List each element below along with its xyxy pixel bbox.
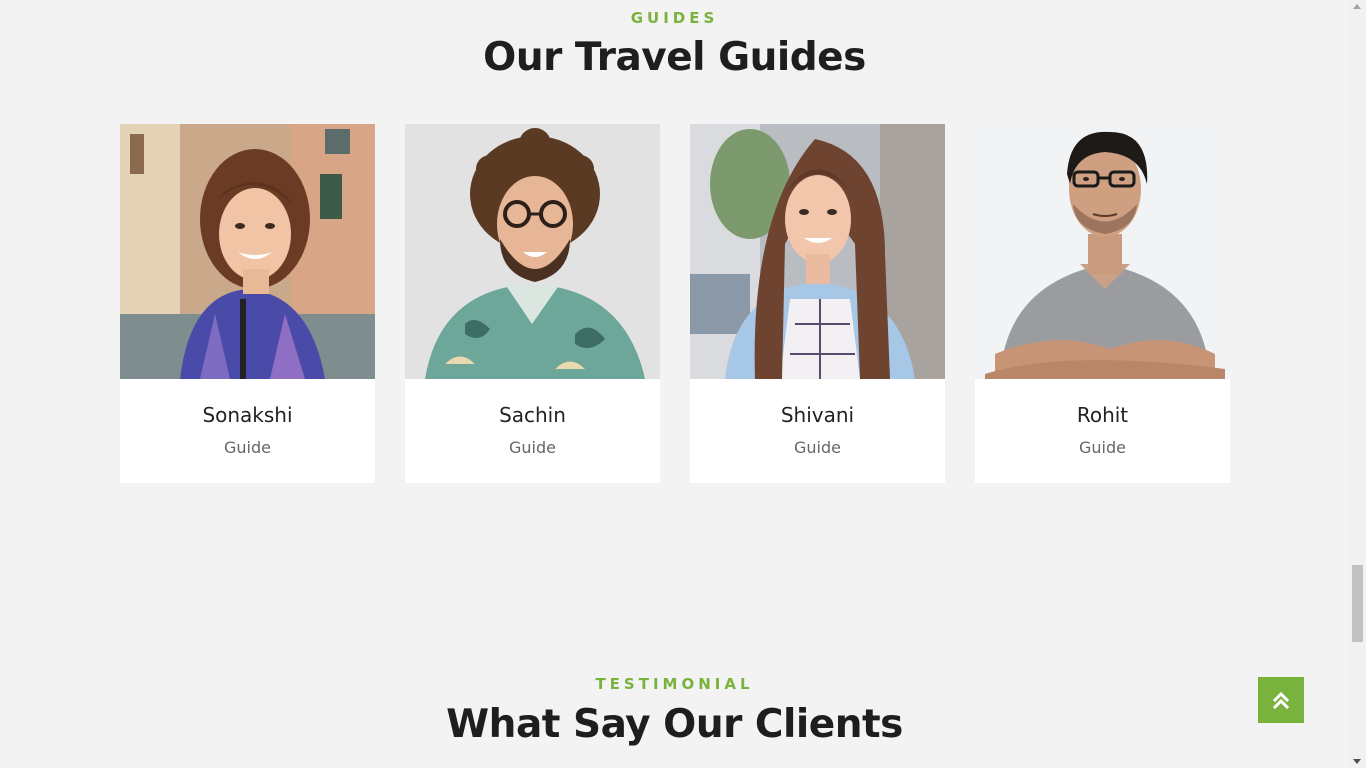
guide-role: Guide (794, 438, 841, 457)
guide-role: Guide (509, 438, 556, 457)
guide-card-sonakshi[interactable]: Sonakshi Guide (120, 124, 375, 483)
guide-photo-rohit (975, 124, 1230, 379)
guide-photo-shivani (690, 124, 945, 379)
guide-name: Shivani (780, 403, 855, 427)
guide-photo-sachin (405, 124, 660, 379)
guide-photo-sonakshi (120, 124, 375, 379)
back-to-top-button[interactable] (1258, 677, 1304, 723)
guide-photo (405, 124, 660, 379)
guide-photo (690, 124, 945, 379)
scrollbar-thumb[interactable] (1352, 565, 1363, 642)
testimonial-title: What Say Our Clients (446, 702, 903, 747)
guide-photo (120, 124, 375, 379)
guide-photo (975, 124, 1230, 379)
guide-role: Guide (224, 438, 271, 457)
guide-card-rohit[interactable]: Rohit Guide (975, 124, 1230, 483)
guide-role: Guide (1079, 438, 1126, 457)
scroll-down-arrow-icon[interactable] (1353, 759, 1361, 764)
guide-name: Sonakshi (202, 403, 293, 427)
scroll-up-arrow-icon[interactable] (1353, 4, 1361, 9)
guides-eyebrow: GUIDES (630, 9, 719, 27)
guides-title: Our Travel Guides (483, 35, 866, 80)
guide-card-shivani[interactable]: Shivani Guide (690, 124, 945, 483)
guide-name: Sachin (499, 403, 566, 427)
page: GUIDES Our Travel Guides Sonakshi Guide … (0, 0, 1349, 768)
guide-name: Rohit (1076, 403, 1129, 427)
guide-card-sachin[interactable]: Sachin Guide (405, 124, 660, 483)
double-chevron-up-icon (1272, 691, 1290, 709)
testimonial-eyebrow: TESTIMONIAL (595, 675, 754, 693)
guides-grid: Sonakshi Guide Sachin Guide Shivani Guid… (120, 124, 1230, 484)
vertical-scrollbar[interactable] (1349, 0, 1366, 768)
